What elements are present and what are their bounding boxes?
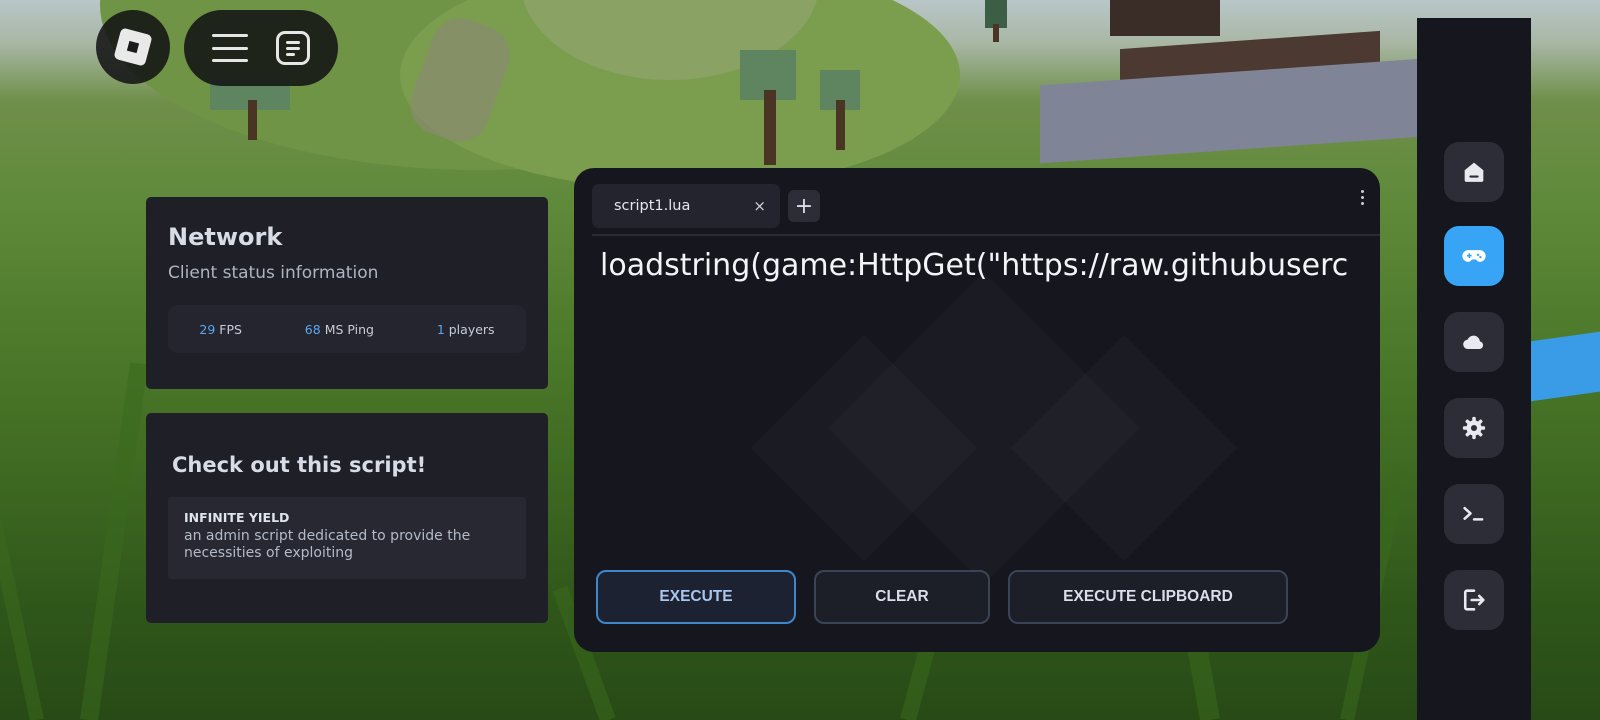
logout-icon [1463,589,1485,611]
gear-icon [1462,416,1486,440]
cloud-icon [1463,335,1484,350]
tab-script1[interactable]: script1.lua × [592,184,780,228]
fps-value: 29 [199,321,216,337]
editor-actions: EXECUTE CLEAR EXECUTE CLIPBOARD [596,570,1288,624]
code-editor[interactable]: loadstring(game:HttpGet("https://raw.git… [600,248,1380,548]
ping-stat: 68 MS Ping [305,322,374,337]
roblox-logo-icon [113,27,153,67]
execute-button[interactable]: EXECUTE [596,570,796,624]
hamburger-menu-icon[interactable] [212,34,248,62]
ping-value: 68 [304,321,321,337]
network-panel: Network Client status information 29 FPS… [146,197,548,389]
editor-tab-bar: script1.lua × + [592,184,1362,228]
sidebar-item-cloud[interactable] [1444,312,1504,372]
network-stats: 29 FPS 68 MS Ping 1 players [168,305,526,353]
roblox-menu-button[interactable] [96,10,170,84]
close-tab-icon[interactable]: × [753,197,766,215]
code-text[interactable]: loadstring(game:HttpGet("https://raw.git… [600,248,1380,283]
execute-clipboard-button[interactable]: EXECUTE CLIPBOARD [1008,570,1288,624]
stone-wall [1040,54,1480,164]
network-subtitle: Client status information [168,263,379,283]
sidebar-item-home[interactable] [1444,142,1504,202]
network-title: Network [168,223,283,251]
executor-sidebar [1417,18,1531,720]
players-label: players [448,321,495,337]
players-value: 1 [436,321,445,337]
add-tab-button[interactable]: + [788,190,820,222]
fps-label: FPS [219,321,242,337]
terminal-icon [1463,506,1484,521]
script-editor-window: script1.lua × + loadstring(game:HttpGet(… [574,168,1380,652]
sidebar-item-logout[interactable] [1444,570,1504,630]
promo-script-item[interactable]: INFINITE YIELD an admin script dedicated… [168,497,526,579]
sidebar-item-console[interactable] [1444,484,1504,544]
players-stat: 1 players [437,322,495,337]
building [1110,0,1220,36]
clear-button[interactable]: CLEAR [814,570,990,624]
tab-divider [592,234,1380,236]
promo-heading: Check out this script! [172,453,427,477]
fps-stat: 29 FPS [199,322,242,337]
roblox-topbar [184,10,338,86]
promo-script-name: INFINITE YIELD [184,510,290,525]
home-icon [1464,162,1484,182]
chat-icon[interactable] [276,31,310,65]
promo-script-description: an admin script dedicated to provide the… [184,528,471,561]
script-promo-panel: Check out this script! INFINITE YIELD an… [146,413,548,623]
tab-label: script1.lua [614,198,691,214]
gamepad-icon [1462,250,1486,262]
more-options-icon[interactable] [1361,190,1364,205]
ping-label: MS Ping [324,321,374,337]
sidebar-item-settings[interactable] [1444,398,1504,458]
sidebar-item-executor[interactable] [1444,226,1504,286]
